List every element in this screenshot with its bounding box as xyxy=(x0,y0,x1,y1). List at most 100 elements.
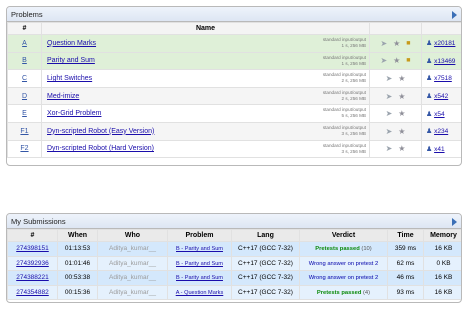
submission-problem-link[interactable]: A - Question Marks xyxy=(176,290,224,296)
submission-when: 00:15:36 xyxy=(57,284,98,300)
submissions-title: My Submissions xyxy=(11,217,66,226)
problem-solvers-link[interactable]: x20181 xyxy=(434,40,455,47)
verdict-wrong-answer: Wrong answer on pretest 2 xyxy=(308,275,379,282)
problem-name-link[interactable]: Dyn-scripted Robot (Hard Version) xyxy=(47,145,154,152)
user-icon: ♟ xyxy=(426,40,433,48)
problem-index-cell: B xyxy=(7,51,42,71)
column-header-id: # xyxy=(7,229,58,242)
problem-index-link[interactable]: F2 xyxy=(20,145,28,152)
paper-plane-icon[interactable]: ➤ xyxy=(386,144,393,153)
problem-io: standard input/output xyxy=(322,89,366,95)
verdict-accepted: Pretests passed (10) xyxy=(315,246,372,253)
problem-solvers-cell: ♟ x20181 xyxy=(421,34,461,53)
problem-name-link[interactable]: Light Switches xyxy=(47,75,92,82)
problem-io: standard input/output xyxy=(322,142,366,148)
problem-index-cell: F2 xyxy=(7,139,42,159)
problem-solvers-link[interactable]: x7518 xyxy=(434,75,452,82)
submission-when: 01:01:46 xyxy=(57,255,98,271)
problem-name-link[interactable]: Dyn-scripted Robot (Easy Version) xyxy=(47,128,154,135)
user-icon: ♟ xyxy=(426,75,433,83)
problem-time-memory: 2 s, 256 MB xyxy=(341,78,366,84)
submission-problem-cell: B - Parity and Sum xyxy=(167,241,232,257)
lock-icon[interactable]: ■ xyxy=(406,40,410,47)
submission-who[interactable]: Aditya_kumar__ xyxy=(97,284,168,300)
submission-id-link[interactable]: 274392936 xyxy=(16,260,49,267)
problem-index-link[interactable]: E xyxy=(22,110,27,117)
column-header-memory: Memory xyxy=(423,229,461,242)
user-icon: ♟ xyxy=(426,145,433,153)
column-header-when: When xyxy=(57,229,98,242)
problem-solvers-link[interactable]: x234 xyxy=(434,128,448,135)
problems-table: # Name A Question Marks standard input/o… xyxy=(7,22,461,159)
problem-name-cell: Parity and Sum standard input/output 1 s… xyxy=(41,51,370,71)
paper-plane-icon[interactable]: ➤ xyxy=(380,39,387,48)
paper-plane-icon[interactable]: ➤ xyxy=(386,127,393,136)
problem-index-link[interactable]: A xyxy=(22,40,27,47)
star-icon[interactable]: ★ xyxy=(393,56,400,65)
problem-solvers-cell: ♟ x7518 xyxy=(421,69,461,88)
submission-problem-link[interactable]: B - Parity and Sum xyxy=(176,261,223,267)
column-header-lang: Lang xyxy=(231,229,300,242)
submission-id-cell: 274388221 xyxy=(7,270,58,286)
user-icon: ♟ xyxy=(426,128,433,136)
problem-index-cell: E xyxy=(7,104,42,123)
problem-index-link[interactable]: D xyxy=(22,93,27,100)
problem-name-link[interactable]: Med-imize xyxy=(47,93,79,100)
problem-name-link[interactable]: Parity and Sum xyxy=(47,57,95,64)
star-icon[interactable]: ★ xyxy=(398,144,405,153)
lock-icon[interactable]: ■ xyxy=(406,57,410,64)
problem-limits: standard input/output 2 s, 256 MB xyxy=(323,72,366,84)
submission-problem-link[interactable]: B - Parity and Sum xyxy=(176,246,223,252)
problems-table-header: # Name xyxy=(7,22,461,35)
star-icon[interactable]: ★ xyxy=(398,127,405,136)
submission-id-link[interactable]: 274398151 xyxy=(16,245,49,252)
problem-solvers-link[interactable]: x54 xyxy=(434,111,444,118)
submission-lang: C++17 (GCC 7-32) xyxy=(231,241,300,257)
submission-memory: 0 KB xyxy=(423,255,461,271)
problem-io: standard input/output xyxy=(322,54,366,60)
problem-index-link[interactable]: C xyxy=(22,75,27,82)
problem-time-memory: 3 s, 256 MB xyxy=(341,130,366,136)
problem-row: F1 Dyn-scripted Robot (Easy Version) sta… xyxy=(7,121,461,141)
arrow-right-icon[interactable] xyxy=(452,11,457,19)
paper-plane-icon[interactable]: ➤ xyxy=(380,56,387,65)
problem-limits: standard input/output 5 s, 256 MB xyxy=(323,107,366,119)
submission-problem-cell: B - Parity and Sum xyxy=(167,255,232,271)
problem-index-link[interactable]: F1 xyxy=(20,128,28,135)
submission-time: 359 ms xyxy=(387,241,424,257)
arrow-right-icon[interactable] xyxy=(452,218,457,226)
paper-plane-icon[interactable]: ➤ xyxy=(386,109,393,118)
column-header-who: Who xyxy=(97,229,168,242)
submission-problem-link[interactable]: B - Parity and Sum xyxy=(176,275,223,281)
submission-id-link[interactable]: 274354882 xyxy=(16,289,49,296)
problem-row: A Question Marks standard input/output 1… xyxy=(7,34,461,53)
problem-solvers-link[interactable]: x13469 xyxy=(434,58,455,65)
submission-lang: C++17 (GCC 7-32) xyxy=(231,255,300,271)
star-icon[interactable]: ★ xyxy=(393,39,400,48)
problem-name-cell: Question Marks standard input/output 1 s… xyxy=(41,34,370,53)
submission-id-link[interactable]: 274388221 xyxy=(16,274,49,281)
problem-name-link[interactable]: Question Marks xyxy=(47,40,96,47)
problem-solvers-link[interactable]: x41 xyxy=(434,146,444,153)
problem-name-link[interactable]: Xor-Grid Problem xyxy=(47,110,101,117)
paper-plane-icon[interactable]: ➤ xyxy=(386,92,393,101)
problem-solvers-cell: ♟ x234 xyxy=(421,121,461,141)
problem-time-memory: 3 s, 256 MB xyxy=(341,148,366,154)
star-icon[interactable]: ★ xyxy=(398,74,405,83)
column-header-problem: Problem xyxy=(167,229,232,242)
problem-actions-cell: ➤ ★ xyxy=(369,139,422,159)
submission-problem-cell: A - Question Marks xyxy=(167,284,232,300)
problem-name-cell: Xor-Grid Problem standard input/output 5… xyxy=(41,104,370,123)
submission-problem-cell: B - Parity and Sum xyxy=(167,270,232,286)
star-icon[interactable]: ★ xyxy=(398,109,405,118)
submission-lang: C++17 (GCC 7-32) xyxy=(231,284,300,300)
problem-solvers-link[interactable]: x542 xyxy=(434,93,448,100)
problem-index-cell: C xyxy=(7,69,42,88)
problem-index-link[interactable]: B xyxy=(22,57,27,64)
submission-who[interactable]: Aditya_kumar__ xyxy=(97,255,168,271)
paper-plane-icon[interactable]: ➤ xyxy=(386,74,393,83)
submission-who[interactable]: Aditya_kumar__ xyxy=(97,270,168,286)
star-icon[interactable]: ★ xyxy=(398,92,405,101)
problem-actions-cell: ➤ ★ xyxy=(369,69,422,88)
submission-who[interactable]: Aditya_kumar__ xyxy=(97,241,168,257)
